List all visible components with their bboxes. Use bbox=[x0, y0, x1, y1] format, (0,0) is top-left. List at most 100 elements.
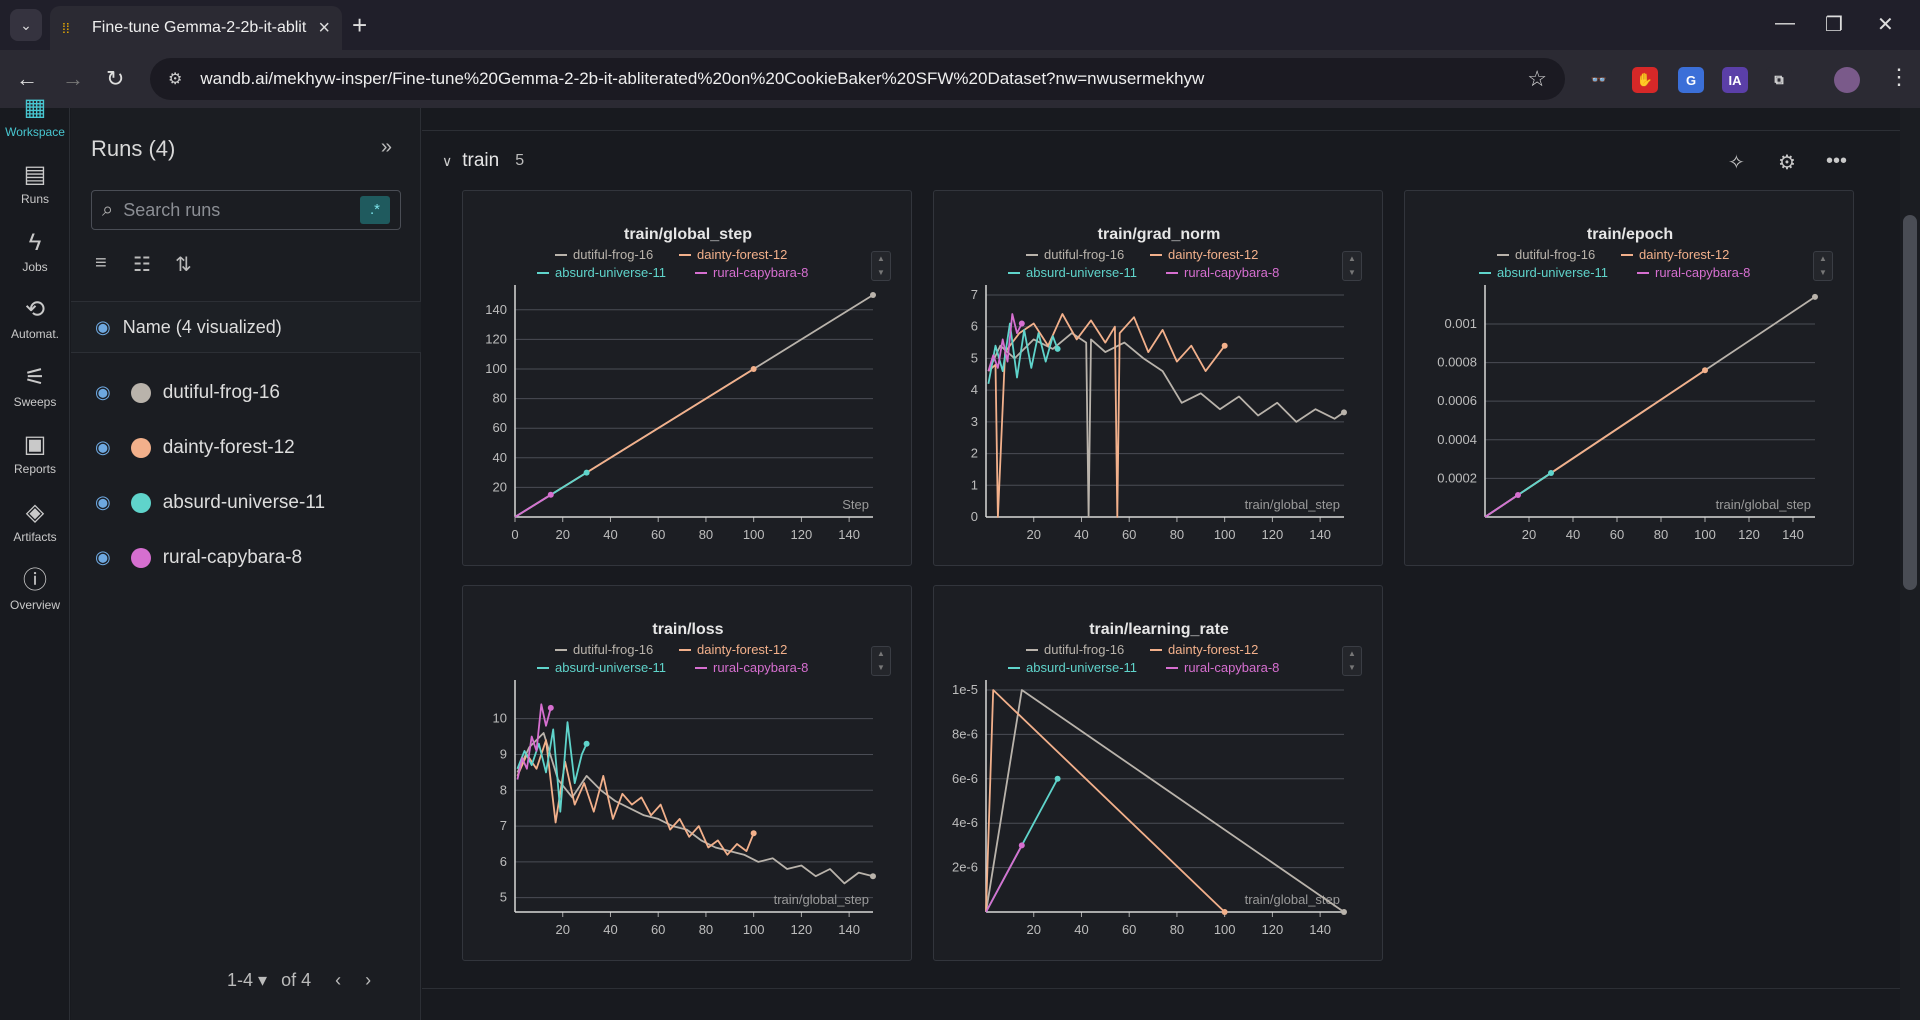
search-runs-field[interactable]: ⌕ .* bbox=[91, 190, 401, 230]
forward-icon[interactable]: → bbox=[62, 64, 84, 94]
legend-scroll-control[interactable]: ▲ ▼ bbox=[871, 646, 891, 676]
x-tick-label: 60 bbox=[1610, 527, 1624, 542]
run-row[interactable]: ◉ dainty-forest-12 bbox=[71, 420, 421, 475]
left-nav: ▦ Workspace ▤ Runs ϟ Jobs ⟲ Automat. ⚟ Sweeps ▣ Rep… bbox=[0, 94, 70, 1020]
chart-panel[interactable]: train/learning_rate dutiful-frog-16 dainty… bbox=[933, 585, 1383, 961]
sort-icon[interactable]: ⇅ bbox=[175, 252, 192, 277]
nav-reports[interactable]: ▣ Reports bbox=[0, 430, 70, 476]
pin-icon[interactable]: ✧ bbox=[1728, 150, 1745, 175]
nav-runs[interactable]: ▤ Runs bbox=[0, 160, 70, 206]
x-tick-label: 40 bbox=[1074, 527, 1088, 542]
y-tick-label: 1 bbox=[971, 477, 978, 492]
collapse-panel-icon[interactable]: » bbox=[381, 136, 392, 159]
nav-overview[interactable]: ⓘ Overview bbox=[0, 566, 70, 612]
new-tab-button[interactable]: + bbox=[352, 10, 367, 40]
run-color-dot[interactable] bbox=[130, 492, 151, 513]
scrollbar-thumb[interactable] bbox=[1903, 215, 1917, 590]
address-bar[interactable]: ⚙ wandb.ai/mekhyw-insper/Fine-tune%20Gem… bbox=[150, 58, 1565, 100]
eye-icon[interactable]: ◉ bbox=[95, 547, 111, 568]
profile-avatar[interactable] bbox=[1834, 67, 1860, 93]
run-color-dot[interactable] bbox=[130, 547, 151, 568]
next-page-icon[interactable]: › bbox=[365, 970, 371, 991]
close-tab-icon[interactable]: × bbox=[318, 17, 330, 40]
eye-icon[interactable]: ◉ bbox=[95, 317, 111, 338]
ia-icon[interactable]: IA bbox=[1722, 67, 1748, 93]
nav-automat[interactable]: ⟲ Automat. bbox=[0, 295, 70, 341]
x-tick-label: 100 bbox=[1214, 527, 1236, 542]
chart-panel[interactable]: train/epoch dutiful-frog-16 dainty-forest-… bbox=[1404, 190, 1854, 566]
restore-icon[interactable]: ❐ bbox=[1825, 12, 1843, 37]
eye-icon[interactable]: ◉ bbox=[95, 382, 111, 403]
y-tick-label: 0.0006 bbox=[1437, 393, 1477, 408]
chevron-down-icon[interactable]: ∨ bbox=[442, 153, 452, 170]
more-options-icon[interactable]: ••• bbox=[1826, 150, 1847, 173]
runs-name-header: ◉ Name (4 visualized) bbox=[71, 301, 421, 353]
tab-title: Fine-tune Gemma-2-2b-it-ablit bbox=[92, 19, 307, 36]
section-header-train[interactable]: ∨ train 5 bbox=[442, 150, 524, 172]
x-tick-label: 20 bbox=[555, 527, 569, 542]
close-window-icon[interactable]: ✕ bbox=[1877, 12, 1894, 37]
y-tick-label: 8e-6 bbox=[952, 726, 978, 741]
legend-scroll-control[interactable]: ▲ ▼ bbox=[1342, 251, 1362, 281]
regex-toggle-button[interactable]: .* bbox=[360, 196, 390, 224]
extensions-icon[interactable]: ⧉ bbox=[1766, 67, 1792, 93]
run-name[interactable]: rural-capybara-8 bbox=[163, 547, 302, 569]
search-runs-input[interactable] bbox=[123, 199, 344, 221]
legend-scroll-control[interactable]: ▲ ▼ bbox=[871, 251, 891, 281]
legend-label: absurd-universe-11 bbox=[1497, 265, 1608, 280]
reload-icon[interactable]: ↻ bbox=[106, 64, 124, 94]
x-tick-label: 60 bbox=[651, 527, 665, 542]
run-color-dot[interactable] bbox=[130, 437, 151, 458]
translate-icon[interactable]: G bbox=[1678, 67, 1704, 93]
columns-icon[interactable]: ☷ bbox=[133, 252, 151, 277]
legend-label: rural-capybara-8 bbox=[1184, 660, 1279, 675]
runs-icon: ▤ bbox=[23, 161, 47, 188]
eye-icon[interactable]: ◉ bbox=[95, 437, 111, 458]
nav-label: Workspace bbox=[5, 125, 65, 139]
y-tick-label: 120 bbox=[485, 331, 507, 346]
x-tick-label: 80 bbox=[1170, 922, 1184, 937]
chart-panel[interactable]: train/global_step dutiful-frog-16 dainty-f… bbox=[462, 190, 912, 566]
run-name[interactable]: dainty-forest-12 bbox=[163, 437, 295, 459]
back-icon[interactable]: ← bbox=[16, 64, 38, 94]
x-tick-label: 120 bbox=[1262, 922, 1284, 937]
browser-tab[interactable]: ⁞⁞ Fine-tune Gemma-2-2b-it-ablit × bbox=[50, 6, 342, 50]
stop-icon[interactable]: ✋ bbox=[1632, 67, 1658, 93]
run-row[interactable]: ◉ rural-capybara-8 bbox=[71, 530, 421, 585]
run-name[interactable]: dutiful-frog-16 bbox=[163, 382, 280, 404]
nav-jobs[interactable]: ϟ Jobs bbox=[0, 228, 70, 274]
chart-panel[interactable]: train/grad_norm dutiful-frog-16 dainty-for… bbox=[933, 190, 1383, 566]
page-range-select[interactable]: 1-4 ▾ bbox=[227, 970, 267, 991]
browser-menu-icon[interactable]: ⋮ bbox=[1888, 62, 1910, 92]
nav-artifacts[interactable]: ◈ Artifacts bbox=[0, 498, 70, 544]
run-row[interactable]: ◉ dutiful-frog-16 bbox=[71, 365, 421, 420]
run-name[interactable]: absurd-universe-11 bbox=[163, 492, 325, 514]
bookmark-star-icon[interactable]: ☆ bbox=[1527, 66, 1547, 92]
site-info-icon[interactable]: ⚙ bbox=[168, 69, 182, 89]
legend-scroll-control[interactable]: ▲ ▼ bbox=[1342, 646, 1362, 676]
spy-icon[interactable]: 👓 bbox=[1586, 67, 1612, 93]
search-icon: ⌕ bbox=[102, 198, 114, 221]
series-end-point bbox=[583, 740, 590, 747]
eye-icon[interactable]: ◉ bbox=[95, 492, 111, 513]
url-text[interactable]: wandb.ai/mekhyw-insper/Fine-tune%20Gemma… bbox=[200, 69, 1204, 89]
filter-icon[interactable]: ≡ bbox=[95, 252, 107, 275]
x-tick-label: 40 bbox=[1566, 527, 1580, 542]
run-row[interactable]: ◉ absurd-universe-11 bbox=[71, 475, 421, 530]
legend-label: absurd-universe-11 bbox=[555, 660, 666, 675]
tab-list-button[interactable]: ⌄ bbox=[10, 9, 42, 41]
series-end-point bbox=[1054, 775, 1061, 782]
y-tick-label: 6e-6 bbox=[952, 771, 978, 786]
legend-label: dainty-forest-12 bbox=[697, 642, 787, 657]
gear-icon[interactable]: ⚙ bbox=[1778, 150, 1796, 175]
chart-title: train/global_step bbox=[624, 226, 752, 243]
nav-workspace[interactable]: ▦ Workspace bbox=[0, 93, 70, 139]
minimize-icon[interactable]: — bbox=[1775, 12, 1795, 35]
chart-panel[interactable]: train/loss dutiful-frog-16 dainty-forest-1… bbox=[462, 585, 912, 961]
legend-label: absurd-universe-11 bbox=[1026, 265, 1137, 280]
prev-page-icon[interactable]: ‹ bbox=[335, 970, 341, 991]
nav-sweeps[interactable]: ⚟ Sweeps bbox=[0, 363, 70, 409]
series-line-3 bbox=[987, 322, 1059, 384]
run-color-dot[interactable] bbox=[130, 382, 151, 403]
legend-scroll-control[interactable]: ▲ ▼ bbox=[1813, 251, 1833, 281]
